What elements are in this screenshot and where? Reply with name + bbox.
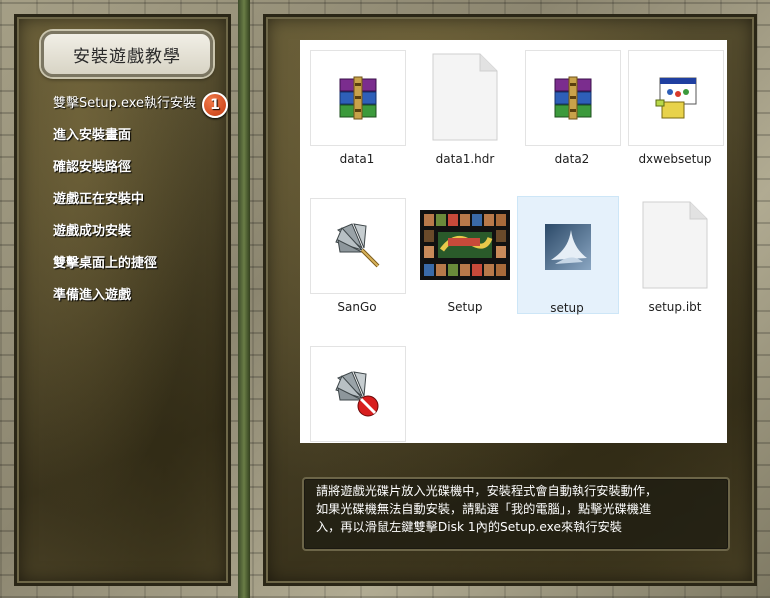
feather-fan-icon: [310, 198, 406, 294]
file-item-data1-hdr[interactable]: data1.hdr: [416, 48, 514, 188]
instruction-text: 請將遊戲光碟片放入光碟機中，安裝程式會自動執行安裝動作， 如果光碟機無法自動安裝…: [316, 484, 658, 534]
file-name: SanGo: [337, 300, 377, 314]
file-item-data1[interactable]: data1: [308, 48, 406, 188]
step-item-3[interactable]: 確認安裝路徑: [53, 159, 228, 191]
file-item-uninstall[interactable]: [308, 344, 406, 443]
file-name: dxwebsetup: [638, 152, 712, 166]
feather-fan-blocked-icon: [310, 346, 406, 442]
winrar-archive-icon: [525, 50, 621, 146]
page-title: 安裝遊戲教學: [41, 31, 213, 77]
panel-divider: [238, 0, 250, 598]
step-item-6[interactable]: 雙擊桌面上的捷徑: [53, 255, 228, 287]
game-cover-thumbnail: [418, 198, 512, 292]
file-name: setup.ibt: [648, 300, 702, 314]
file-name: setup: [550, 301, 584, 315]
step-item-label: 雙擊桌面上的捷徑: [53, 256, 158, 271]
blank-document-icon: [418, 50, 512, 144]
step-item-5[interactable]: 遊戲成功安裝: [53, 223, 228, 255]
step-item-7[interactable]: 準備進入遊戲: [53, 287, 228, 319]
step-item-label: 進入安裝畫面: [53, 128, 132, 143]
blank-document-icon: [628, 198, 722, 292]
step-item-label: 準備進入遊戲: [53, 288, 132, 303]
step-list: 雙擊Setup.exe執行安裝 1 進入安裝畫面 確認安裝路徑 遊戲正在安裝中 …: [53, 92, 229, 319]
step-item-4[interactable]: 遊戲正在安裝中: [53, 191, 228, 223]
step-item-label: 雙擊Setup.exe執行安裝: [53, 96, 197, 111]
file-item-setup-ibt[interactable]: setup.ibt: [626, 196, 724, 336]
step-item-1[interactable]: 雙擊Setup.exe執行安裝 1: [53, 92, 229, 127]
file-name: data1.hdr: [435, 152, 495, 166]
file-item-setup-exe[interactable]: setup: [517, 196, 619, 315]
file-item-sango[interactable]: SanGo: [308, 196, 406, 336]
instruction-box: 請將遊戲光碟片放入光碟機中，安裝程式會自動執行安裝動作， 如果光碟機無法自動安裝…: [302, 477, 730, 551]
installshield-icon: [520, 199, 616, 295]
installer-window-icon: [628, 50, 724, 146]
step-number-badge: 1: [202, 92, 229, 118]
step-item-label: 確認安裝路徑: [53, 160, 132, 175]
file-explorer-view: data1 data1.hdr data2 dxwebsetup SanGo S…: [300, 40, 727, 443]
file-name: data2: [554, 152, 590, 166]
file-item-setup-image[interactable]: Setup: [416, 196, 514, 336]
file-item-data2[interactable]: data2: [523, 48, 621, 188]
step-item-label: 遊戲成功安裝: [53, 224, 132, 239]
tutorial-sidebar: 安裝遊戲教學 雙擊Setup.exe執行安裝 1 進入安裝畫面 確認安裝路徑 遊…: [14, 14, 231, 586]
file-name: Setup: [447, 300, 483, 314]
winrar-archive-icon: [310, 50, 406, 146]
step-item-2[interactable]: 進入安裝畫面: [53, 127, 228, 159]
file-item-dxwebsetup[interactable]: dxwebsetup: [626, 48, 724, 188]
file-name: data1: [339, 152, 375, 166]
step-item-label: 遊戲正在安裝中: [53, 192, 145, 207]
